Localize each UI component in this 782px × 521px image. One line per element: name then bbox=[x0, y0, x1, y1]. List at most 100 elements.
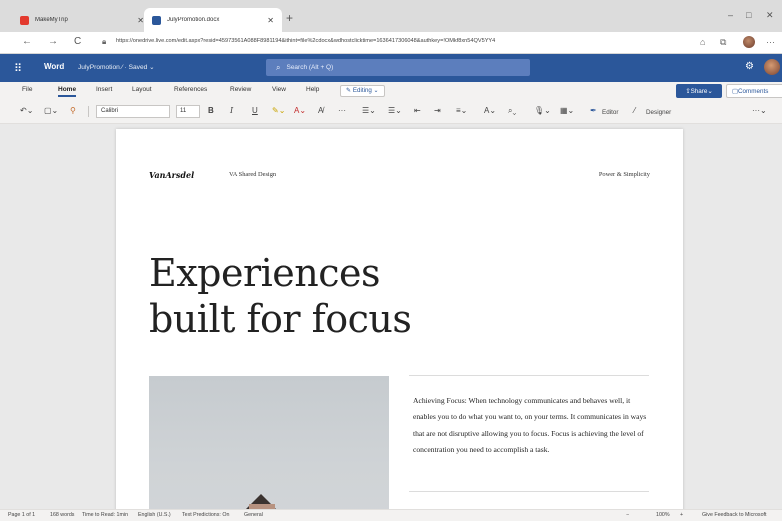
font-color-icon[interactable]: A⌄ bbox=[294, 106, 306, 116]
clear-format-icon[interactable]: A̸ bbox=[318, 106, 323, 116]
address-bar: ← → C 🔒︎ https://onedrive.live.com/edit.… bbox=[0, 32, 782, 54]
editing-mode-label: Editing bbox=[352, 87, 372, 94]
browser-tab-makemytrip[interactable]: MakeMyTrip ✕ bbox=[12, 8, 152, 32]
sensitivity-label[interactable]: General bbox=[244, 512, 263, 518]
ribbon-tabs: File Home Insert Layout References Revie… bbox=[0, 82, 782, 100]
language[interactable]: English (U.S.) bbox=[138, 512, 171, 518]
tab-file[interactable]: File bbox=[22, 86, 32, 93]
font-name-dropdown[interactable]: Calibri bbox=[96, 105, 170, 118]
headline-line-1: Experiences bbox=[149, 251, 381, 295]
vertical-scrollbar[interactable] bbox=[772, 124, 782, 509]
search-icon: ⌕ bbox=[276, 62, 281, 72]
body-paragraph[interactable]: Achieving Focus: When technology communi… bbox=[413, 393, 649, 458]
editor-button[interactable]: Editor bbox=[602, 108, 618, 118]
bullets-icon[interactable]: ☰⌄ bbox=[362, 106, 376, 116]
forward-button[interactable]: → bbox=[48, 36, 58, 48]
numbering-icon[interactable]: ☰⌄ bbox=[388, 106, 402, 116]
undo-icon[interactable]: ↶⌄ bbox=[20, 106, 33, 116]
browser-profile-avatar[interactable] bbox=[743, 36, 755, 48]
font-size-dropdown[interactable]: 11 bbox=[176, 105, 200, 118]
tab-insert[interactable]: Insert bbox=[96, 86, 112, 93]
house-photo[interactable] bbox=[149, 376, 389, 509]
text-predictions[interactable]: Text Predictions: On bbox=[182, 512, 229, 518]
increase-indent-icon[interactable]: ⇥ bbox=[434, 106, 441, 116]
minimize-button[interactable]: – bbox=[728, 10, 733, 20]
page-count[interactable]: Page 1 of 1 bbox=[8, 512, 35, 518]
designer-icon[interactable]: ⁄ bbox=[634, 106, 635, 116]
styles-icon[interactable]: A⌄ bbox=[484, 106, 496, 116]
highlight-icon[interactable]: ✎⌄ bbox=[272, 106, 285, 116]
collections-icon[interactable]: ⧉ bbox=[720, 37, 726, 48]
tab-layout[interactable]: Layout bbox=[132, 86, 152, 93]
read-time[interactable]: Time to Read: 1min bbox=[82, 512, 128, 518]
headline-line-2: built for focus bbox=[149, 297, 412, 341]
comments-label: Comments bbox=[737, 87, 769, 95]
tab-help[interactable]: Help bbox=[306, 86, 319, 93]
status-bar: Page 1 of 1 168 words Time to Read: 1min… bbox=[0, 509, 782, 521]
doc-name: JulyPromotion bbox=[78, 64, 120, 71]
more-font-options-icon[interactable]: ··· bbox=[338, 106, 346, 116]
dictate-icon[interactable]: 🎙︎⌄ bbox=[534, 106, 551, 116]
align-icon[interactable]: ≡⌄ bbox=[456, 106, 467, 116]
header-logo: VanArsdel bbox=[149, 170, 195, 180]
comments-button[interactable]: ▢ Comments bbox=[726, 84, 782, 98]
tab-review[interactable]: Review bbox=[230, 86, 251, 93]
divider-line-top bbox=[409, 375, 649, 376]
divider-line-bottom bbox=[409, 491, 649, 492]
editor-icon[interactable]: ✒ bbox=[590, 106, 597, 116]
italic-button[interactable]: I bbox=[230, 106, 233, 116]
format-painter-icon[interactable]: ⚲ bbox=[70, 106, 76, 116]
document-title[interactable]: JulyPromotion ⁄ · Saved ⌄ bbox=[78, 63, 155, 71]
search-box[interactable]: ⌕ Search (Alt + Q) bbox=[266, 59, 530, 76]
tab-home[interactable]: Home bbox=[58, 86, 77, 97]
app-name[interactable]: Word bbox=[44, 62, 64, 71]
search-placeholder: Search (Alt + Q) bbox=[286, 64, 334, 71]
browser-tab-bar: MakeMyTrip ✕ JulyPromotion.docx ✕ + – □ … bbox=[0, 0, 782, 32]
feedback-link[interactable]: Give Feedback to Microsoft bbox=[702, 512, 766, 518]
share-label: Share bbox=[690, 87, 708, 95]
share-button[interactable]: ⇪ Share ⌄ bbox=[676, 84, 722, 98]
reload-button[interactable]: C bbox=[74, 36, 81, 48]
close-tab-icon[interactable]: ✕ bbox=[267, 16, 274, 25]
home-toolbar: ↶⌄ ▢⌄ ⚲ Calibri 11 B I U ✎⌄ A⌄ A̸ ··· ☰⌄… bbox=[0, 100, 782, 124]
table-icon[interactable]: ▦⌄ bbox=[560, 106, 574, 116]
designer-button[interactable]: Designer bbox=[646, 108, 671, 118]
close-tab-icon[interactable]: ✕ bbox=[137, 16, 144, 25]
decrease-indent-icon[interactable]: ⇤ bbox=[414, 106, 421, 116]
tab-label: JulyPromotion.docx bbox=[167, 17, 220, 23]
header-right-text: Power & Simplicity bbox=[598, 171, 650, 178]
lock-icon[interactable]: 🔒︎ bbox=[102, 37, 106, 47]
back-button[interactable]: ← bbox=[22, 36, 32, 48]
editing-mode-dropdown[interactable]: ✎ Editing ⌄ bbox=[340, 85, 385, 97]
bold-button[interactable]: B bbox=[208, 106, 214, 116]
more-commands-icon[interactable]: ···⌄ bbox=[752, 106, 767, 116]
doc-status: Saved bbox=[128, 64, 148, 71]
word-count[interactable]: 168 words bbox=[50, 512, 74, 518]
url-field[interactable]: https://onedrive.live.com/edit.aspx?resi… bbox=[116, 38, 676, 44]
tab-references[interactable]: References bbox=[174, 86, 207, 93]
app-launcher-icon[interactable]: ⠿ bbox=[14, 62, 22, 75]
extension-icon[interactable]: ⌂ bbox=[700, 37, 705, 47]
more-options-icon[interactable]: ··· bbox=[766, 37, 775, 47]
header-center-text: VA Shared Design bbox=[229, 171, 277, 178]
underline-button[interactable]: U bbox=[252, 106, 258, 116]
clipboard-icon[interactable]: ▢⌄ bbox=[44, 106, 58, 116]
settings-gear-icon[interactable]: ⚙ bbox=[745, 61, 754, 72]
maximize-button[interactable]: □ bbox=[746, 10, 751, 20]
new-tab-button[interactable]: + bbox=[286, 11, 293, 25]
user-avatar[interactable] bbox=[764, 59, 780, 75]
tab-label: MakeMyTrip bbox=[35, 17, 68, 23]
zoom-out-button[interactable]: − bbox=[626, 512, 629, 518]
browser-tab-document[interactable]: JulyPromotion.docx ✕ bbox=[144, 8, 282, 32]
close-window-button[interactable]: ✕ bbox=[766, 10, 774, 21]
word-header-bar: ⠿ Word JulyPromotion ⁄ · Saved ⌄ ⌕ Searc… bbox=[0, 54, 782, 82]
zoom-level[interactable]: 100% bbox=[656, 512, 670, 518]
document-canvas[interactable]: VanArsdel VA Shared Design Power & Simpl… bbox=[0, 124, 782, 509]
find-icon[interactable]: ⌕⌄ bbox=[508, 106, 516, 116]
headline[interactable]: Experiences built for focus bbox=[149, 250, 479, 342]
browser-window: MakeMyTrip ✕ JulyPromotion.docx ✕ + – □ … bbox=[0, 0, 782, 521]
makemytrip-favicon-icon bbox=[20, 15, 29, 25]
tab-view[interactable]: View bbox=[272, 86, 286, 93]
zoom-in-button[interactable]: + bbox=[680, 512, 683, 518]
document-page[interactable]: VanArsdel VA Shared Design Power & Simpl… bbox=[116, 129, 683, 509]
